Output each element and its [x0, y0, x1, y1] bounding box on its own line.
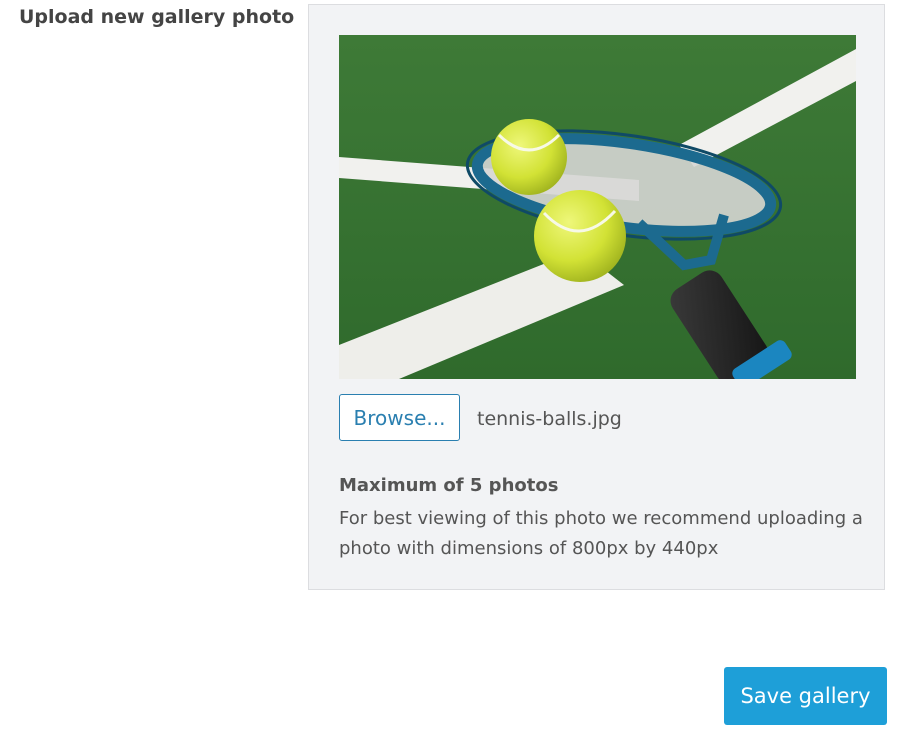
- selected-file-name: tennis-balls.jpg: [477, 408, 622, 430]
- max-photos-note: Maximum of 5 photos: [339, 475, 559, 496]
- gallery-photo-preview: [339, 35, 856, 379]
- upload-panel: Browse... tennis-balls.jpg Maximum of 5 …: [308, 4, 885, 590]
- dimensions-hint: For best viewing of this photo we recomm…: [339, 508, 863, 559]
- save-gallery-button[interactable]: Save gallery: [724, 667, 887, 725]
- field-label: Upload new gallery photo: [19, 6, 295, 28]
- browse-button[interactable]: Browse...: [339, 394, 460, 441]
